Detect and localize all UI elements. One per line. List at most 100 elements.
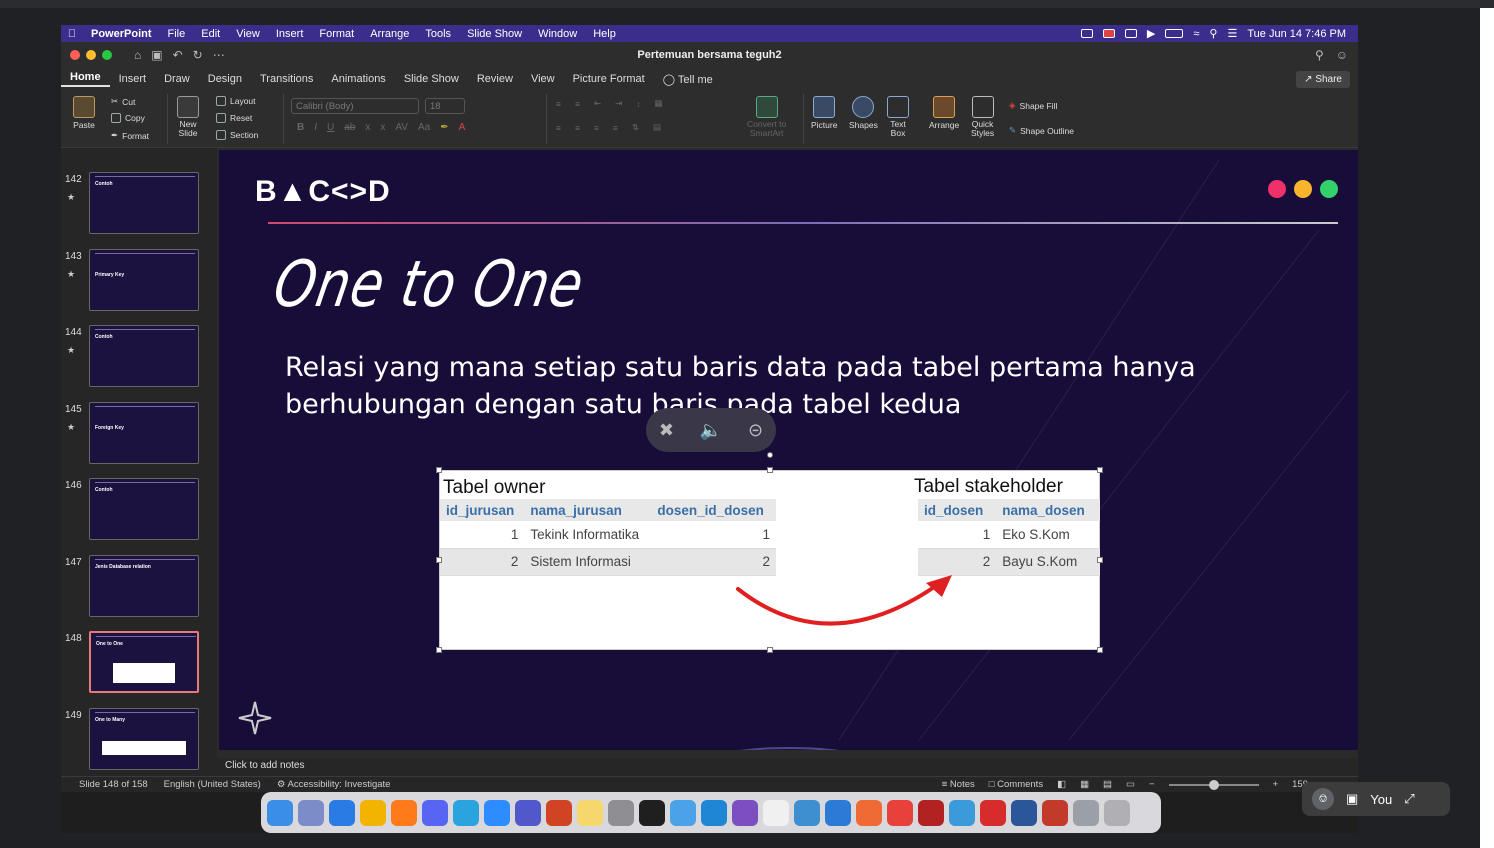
telegram-icon[interactable] xyxy=(453,799,479,826)
tab-transitions[interactable]: Transitions xyxy=(251,73,322,85)
menu-tools[interactable]: Tools xyxy=(417,28,459,40)
edge-icon[interactable] xyxy=(670,799,696,826)
tell-me-search[interactable]: ◯ Tell me xyxy=(654,73,722,86)
filezilla-icon[interactable] xyxy=(918,799,944,826)
columns-icon[interactable]: ▦ xyxy=(654,98,662,109)
zoom-app-icon[interactable] xyxy=(484,799,510,826)
notes-pane[interactable]: Click to add notes xyxy=(217,758,1358,776)
menu-format[interactable]: Format xyxy=(311,28,362,40)
zoom-window-button[interactable] xyxy=(102,50,112,60)
align-text-icon[interactable]: ▤ xyxy=(653,122,661,133)
shape-outline-button[interactable]: ✎ Shape Outline xyxy=(1009,125,1074,136)
status-app-icon[interactable] xyxy=(1102,29,1115,38)
globe-app-icon[interactable] xyxy=(949,799,975,826)
save-icon[interactable]: ▣ xyxy=(151,48,162,62)
battery-icon[interactable] xyxy=(1165,29,1184,38)
resize-handle[interactable] xyxy=(767,467,773,473)
control-center-icon[interactable]: ☰ xyxy=(1227,27,1237,40)
share-button[interactable]: ↗ Share xyxy=(1296,70,1350,88)
format-painter-button[interactable]: ✒ Format xyxy=(111,130,149,141)
notes-button[interactable]: ≡ Notes xyxy=(942,779,975,790)
paste-button[interactable]: Paste xyxy=(73,96,95,130)
thumbnail-slide-145[interactable]: 145 ★ Foreign Key xyxy=(61,402,217,472)
char-spacing-icon[interactable]: AV xyxy=(395,122,408,133)
resize-handle[interactable] xyxy=(767,647,773,653)
slide-editor[interactable]: B▲C<>D One to One Relasi yang mana setia… xyxy=(217,148,1358,758)
expand-icon[interactable]: ⤢ xyxy=(1404,791,1414,807)
launchpad-icon[interactable] xyxy=(298,799,324,826)
wps-icon[interactable] xyxy=(1042,799,1068,826)
reading-view-icon[interactable]: ▤ xyxy=(1103,779,1112,790)
align-right-icon[interactable]: ≡ xyxy=(594,123,599,133)
spotlight-search-icon[interactable]: ⚲ xyxy=(1209,27,1217,40)
resize-handle[interactable] xyxy=(436,557,442,563)
thumbnail-slide-142[interactable]: 142 ★ Contoh xyxy=(61,172,217,242)
tab-slide-show[interactable]: Slide Show xyxy=(395,73,468,85)
shape-fill-button[interactable]: ◈ Shape Fill xyxy=(1009,100,1057,111)
numbering-icon[interactable]: ≡ xyxy=(575,99,580,109)
reset-button[interactable]: Reset xyxy=(216,113,252,123)
menu-slide-show[interactable]: Slide Show xyxy=(459,28,530,40)
slide-sorter-icon[interactable]: ▦ xyxy=(1080,779,1089,790)
chrome-icon[interactable] xyxy=(360,799,386,826)
powerpoint-app-icon[interactable] xyxy=(546,799,572,826)
resize-handle[interactable] xyxy=(1097,557,1103,563)
tab-picture-format[interactable]: Picture Format xyxy=(564,73,654,85)
font-size-select[interactable]: 18 xyxy=(425,98,465,114)
finder-icon[interactable] xyxy=(267,799,293,826)
safari-icon[interactable] xyxy=(329,799,355,826)
table-image[interactable]: Tabel owner id_jurusan nama_jurusan dose… xyxy=(436,452,1103,653)
menu-file[interactable]: File xyxy=(160,28,194,40)
tab-animations[interactable]: Animations xyxy=(322,73,394,85)
menu-arrange[interactable]: Arrange xyxy=(362,28,417,40)
visual-studio-icon[interactable] xyxy=(732,799,758,826)
word-icon[interactable] xyxy=(1011,799,1037,826)
mute-icon[interactable]: 🔈 xyxy=(700,420,722,441)
redo-icon[interactable]: ↻ xyxy=(193,48,203,62)
zoom-slider[interactable] xyxy=(1168,779,1259,790)
justify-icon[interactable]: ≡ xyxy=(613,123,618,133)
increase-indent-icon[interactable]: ⇥ xyxy=(615,98,622,109)
thumbnail-slide-143[interactable]: 143 ★ Primary Key xyxy=(61,249,217,319)
rotate-handle[interactable] xyxy=(767,452,773,458)
copy-button[interactable]: Copy xyxy=(111,113,145,123)
underline-icon[interactable]: U xyxy=(327,122,334,133)
tab-home[interactable]: Home xyxy=(61,71,110,87)
discord-icon[interactable] xyxy=(422,799,448,826)
menu-app-name[interactable]: PowerPoint xyxy=(83,28,160,40)
resize-handle[interactable] xyxy=(1097,467,1103,473)
new-slide-button[interactable]: New Slide xyxy=(177,96,199,138)
minimize-window-button[interactable] xyxy=(86,50,96,60)
arrange-button[interactable]: Arrange xyxy=(929,96,959,130)
app-icon[interactable] xyxy=(825,799,851,826)
change-case-icon[interactable]: Aa xyxy=(418,122,430,133)
menu-insert[interactable]: Insert xyxy=(268,28,312,40)
tab-view[interactable]: View xyxy=(522,73,564,85)
close-window-button[interactable] xyxy=(70,50,80,60)
undo-icon[interactable]: ↶ xyxy=(173,48,183,62)
teams-icon[interactable] xyxy=(515,799,541,826)
anydesk-icon[interactable] xyxy=(980,799,1006,826)
resize-handle[interactable] xyxy=(1097,647,1103,653)
thumbnail-slide-148[interactable]: 148 One to One xyxy=(61,631,217,701)
mic-off-icon[interactable]: ⎊ xyxy=(1312,788,1334,810)
zoom-slider-knob[interactable] xyxy=(1208,779,1219,790)
menubar-clock[interactable]: Tue Jun 14 7:46 PM xyxy=(1247,28,1346,40)
menu-window[interactable]: Window xyxy=(530,28,585,40)
bold-icon[interactable]: B xyxy=(297,122,304,133)
cut-button[interactable]: ✂ Cut xyxy=(111,96,135,107)
tab-insert[interactable]: Insert xyxy=(110,73,156,85)
accessibility-button[interactable]: ⚙ Accessibility: Investigate xyxy=(277,779,391,790)
xampp-icon[interactable] xyxy=(887,799,913,826)
firefox-icon[interactable] xyxy=(391,799,417,826)
search-icon[interactable]: ⚲ xyxy=(1315,48,1324,62)
sublime-icon[interactable] xyxy=(856,799,882,826)
shapes-button[interactable]: Shapes xyxy=(849,96,878,130)
slideshow-icon[interactable]: ▭ xyxy=(1126,779,1135,790)
wifi-icon[interactable]: ≈ xyxy=(1193,28,1199,40)
normal-view-icon[interactable]: ◧ xyxy=(1057,779,1066,790)
play-icon[interactable]: ▶ xyxy=(1147,27,1155,40)
resize-handle[interactable] xyxy=(436,647,442,653)
line-spacing-icon[interactable]: ↕ xyxy=(636,99,640,109)
quick-styles-button[interactable]: Quick Styles xyxy=(971,96,994,138)
